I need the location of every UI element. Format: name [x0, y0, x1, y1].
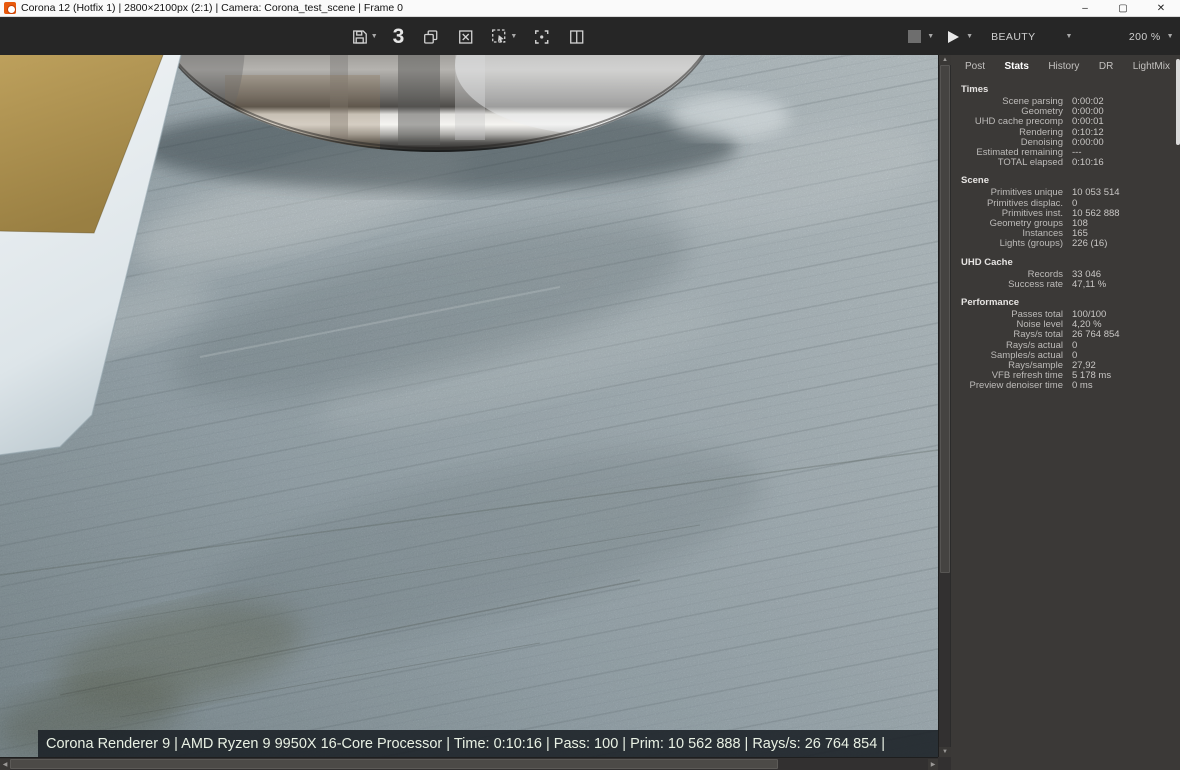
stat-row: Scene parsing 0:00:02 [951, 96, 1180, 107]
stat-row: Lights (groups) 226 (16) [951, 239, 1180, 249]
stat-row: Geometry groups 108 [951, 218, 1180, 229]
stat-row: Rays/s total 26 764 854 [951, 330, 1180, 340]
zoom-level-value: 200 % [1128, 30, 1161, 43]
horizontal-scroll-thumb[interactable] [10, 759, 778, 769]
tab-post[interactable]: Post [963, 60, 987, 73]
stat-row: Rays/s actual 0 [951, 340, 1180, 351]
clear-vfb-button[interactable] [454, 24, 476, 50]
stat-row: TOTAL elapsed 0:10:16 [951, 158, 1180, 168]
window-title: Corona 12 (Hotfix 1) | 2800×2100px (2:1)… [21, 2, 404, 14]
duplicate-vfb-icon [421, 28, 439, 46]
stats-sections: Times Scene parsing 0:00:02 Geometry 0:00:00… [951, 77, 1180, 392]
stats-panel: Post Stats History DR LightMix Times Scene pa… [951, 55, 1180, 770]
stop-render-icon [907, 30, 921, 43]
stat-row: Noise level 4,20 % [951, 320, 1180, 330]
chevron-down-icon[interactable]: ▼ [927, 33, 934, 40]
viewport-vertical-scrollbar[interactable]: ▲ ▼ [938, 55, 951, 757]
tab-lightmix[interactable]: LightMix [1131, 60, 1172, 73]
stat-row: Estimated remaining --- [951, 147, 1180, 158]
stat-value: 226 (16) [1072, 238, 1108, 250]
save-render-icon [351, 28, 369, 46]
chevron-down-icon: ▼ [1166, 33, 1174, 40]
stat-row: Rays/sample 27,92 [951, 360, 1180, 371]
corona-vfb-window: Corona 12 (Hotfix 1) | 2800×2100px (2:1)… [0, 0, 1180, 770]
stat-row: Primitives inst. 10 562 888 [951, 208, 1180, 219]
stat-value: 47,11 % [1072, 278, 1107, 290]
section-title: Scene [961, 175, 989, 187]
viewport-horizontal-scrollbar[interactable]: ◀ ▶ [0, 757, 938, 770]
tab-history[interactable]: History [1046, 60, 1081, 73]
duplicate-vfb-button[interactable] [419, 24, 441, 50]
chevron-down-icon: ▼ [1065, 33, 1073, 40]
stat-row: Primitives displac. 0 [951, 198, 1180, 209]
stat-row: Passes total 100/100 [951, 309, 1180, 320]
render-status-text: Corona Renderer 9 | AMD Ryzen 9 9950X 16… [46, 735, 886, 752]
region-render-icon [489, 27, 508, 46]
titlebar[interactable]: Corona 12 (Hotfix 1) | 2800×2100px (2:1)… [0, 0, 1180, 17]
render-viewport[interactable]: Corona Renderer 9 | AMD Ryzen 9 9950X 16… [0, 55, 938, 757]
stat-label: Lights (groups) [999, 238, 1063, 250]
stop-render-button[interactable] [903, 24, 925, 50]
panel-scroll-thumb[interactable] [1176, 59, 1180, 145]
stat-label: Success rate [1008, 278, 1063, 290]
focus-icon [532, 28, 550, 46]
chevron-down-icon: ▼ [370, 33, 378, 40]
panel-tabs: Post Stats History DR LightMix [951, 55, 1180, 77]
start-render-icon [945, 29, 961, 45]
stat-value: 0:10:16 [1072, 157, 1104, 169]
render-element-select[interactable]: BEAUTY ▼ [991, 31, 1073, 43]
rendered-image [0, 55, 938, 757]
stat-row: Primitives unique 10 053 514 [951, 188, 1180, 198]
stat-label: TOTAL elapsed [997, 157, 1063, 169]
stat-value: 0 ms [1072, 380, 1093, 392]
stat-row: Preview denoiser time 0 ms [951, 381, 1180, 391]
tab-dr[interactable]: DR [1097, 60, 1115, 73]
stat-value: 26 764 854 [1072, 329, 1120, 341]
scrollbar-corner [938, 757, 951, 770]
start-render-button[interactable] [942, 24, 964, 50]
stat-row: Success rate 47,11 % [951, 278, 1180, 290]
chevron-down-icon: ▼ [510, 33, 518, 40]
toolbar: ▼ 3 ▼ ▼ ▼ BEAUTY ▼ 200 % ▼ [0, 18, 1180, 55]
close-button[interactable]: ✕ [1142, 0, 1180, 16]
maximize-button[interactable]: ▢ [1104, 0, 1142, 16]
stat-row: Instances 165 [951, 229, 1180, 239]
section-title: Performance [961, 297, 1020, 309]
render-element-value: BEAUTY [991, 30, 1036, 43]
scroll-up-icon[interactable]: ▲ [939, 55, 951, 65]
stat-row: Samples/s actual 0 [951, 350, 1180, 361]
save-render-button[interactable]: ▼ [351, 24, 378, 50]
split-compare-icon [567, 28, 585, 46]
vfb-history-count[interactable]: 3 [391, 25, 407, 49]
corona-logo-icon [4, 2, 16, 14]
chevron-down-icon[interactable]: ▼ [966, 33, 973, 40]
scroll-right-icon[interactable]: ▶ [928, 759, 938, 770]
scroll-left-icon[interactable]: ◀ [0, 759, 10, 770]
scroll-down-icon[interactable]: ▼ [939, 747, 951, 757]
minimize-button[interactable]: – [1066, 0, 1104, 16]
render-statusbar: Corona Renderer 9 | AMD Ryzen 9 9950X 16… [38, 730, 938, 757]
region-render-button[interactable]: ▼ [489, 24, 517, 50]
zoom-level-select[interactable]: 200 % ▼ [1129, 31, 1174, 43]
vertical-scroll-thumb[interactable] [940, 65, 950, 573]
section-title: UHD Cache [961, 256, 1013, 268]
stat-row: UHD cache precomp 0:00:01 [951, 117, 1180, 127]
split-compare-button[interactable] [565, 24, 587, 50]
section-title: Times [961, 84, 989, 95]
focus-button[interactable] [530, 24, 552, 50]
tab-stats[interactable]: Stats [1002, 60, 1030, 73]
stat-row: Records 33 046 [951, 269, 1180, 280]
stat-row: Rendering 0:10:12 [951, 127, 1180, 138]
clear-vfb-icon [456, 28, 474, 46]
stat-value: 10 053 514 [1072, 187, 1120, 199]
stat-label: Preview denoiser time [969, 380, 1063, 392]
